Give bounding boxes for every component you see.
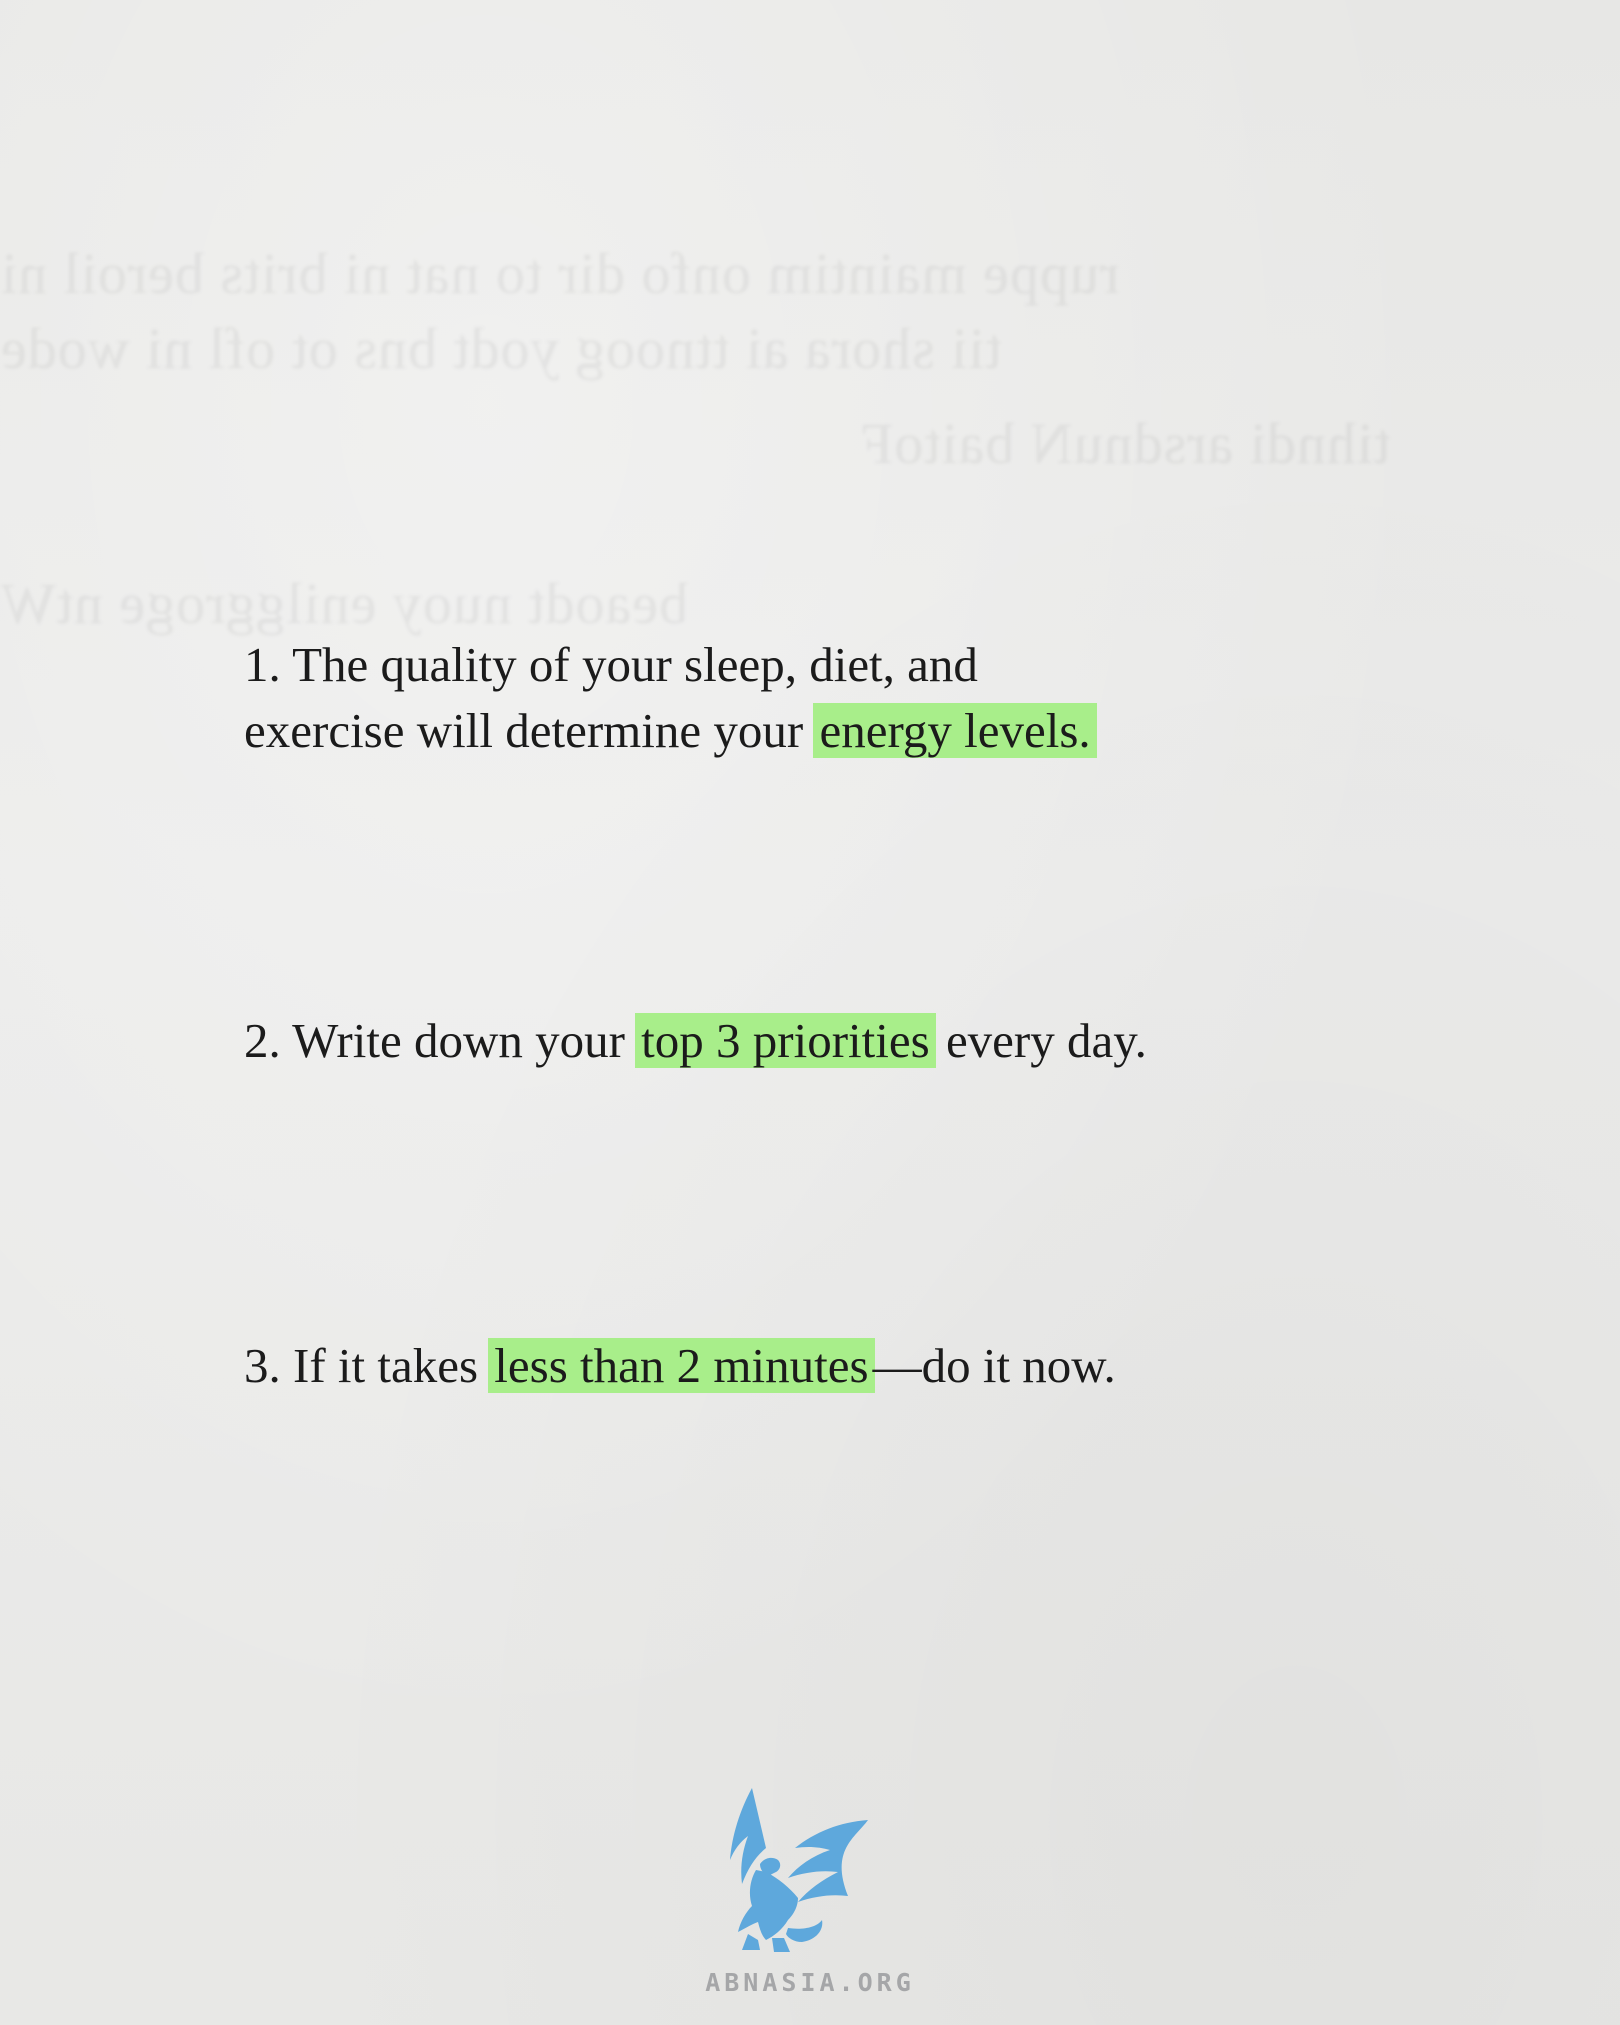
item-2-line-1: 2. Write down your top 3 priorities ever… [244,1008,1147,1074]
show-through-text: tihndi arsdnuN baitoF [860,411,1391,476]
item-text: exercise will determine your [244,703,816,758]
griffin-icon [730,1788,868,1952]
item-3-line-1: 3. If it takes less than 2 minutes—do it… [244,1333,1116,1399]
brand-logo-text: ABNASIA.ORG [705,1968,915,1997]
highlighted-phrase: less than 2 minutes [488,1338,875,1393]
item-text: 2. Write down your [244,1013,638,1068]
list-item-1: 1. The quality of your sleep, diet, and … [244,632,1097,764]
show-through-text: ruppe maintim onfo dir to nat ni brits b… [0,241,1120,306]
item-1-line-1: 1. The quality of your sleep, diet, and [244,632,1095,698]
list-item-2: 2. Write down your top 3 priorities ever… [244,1008,1147,1074]
item-1-line-2: exercise will determine your energy leve… [244,698,1097,764]
item-text: —do it now. [872,1338,1116,1393]
list-item-3: 3. If it takes less than 2 minutes—do it… [244,1333,1116,1399]
item-text: 1. The quality of your sleep, diet, and [244,637,978,692]
item-text: 3. If it takes [244,1338,491,1393]
highlighted-phrase: top 3 priorities [635,1013,936,1068]
highlighted-phrase: energy levels. [813,703,1097,758]
item-text: every day. [933,1013,1147,1068]
show-through-text: tii shora ai ttnoog yodt bns ot ofl ni w… [0,316,1002,381]
show-through-text: beaodt nuoy enilggroge ntW [0,571,688,636]
